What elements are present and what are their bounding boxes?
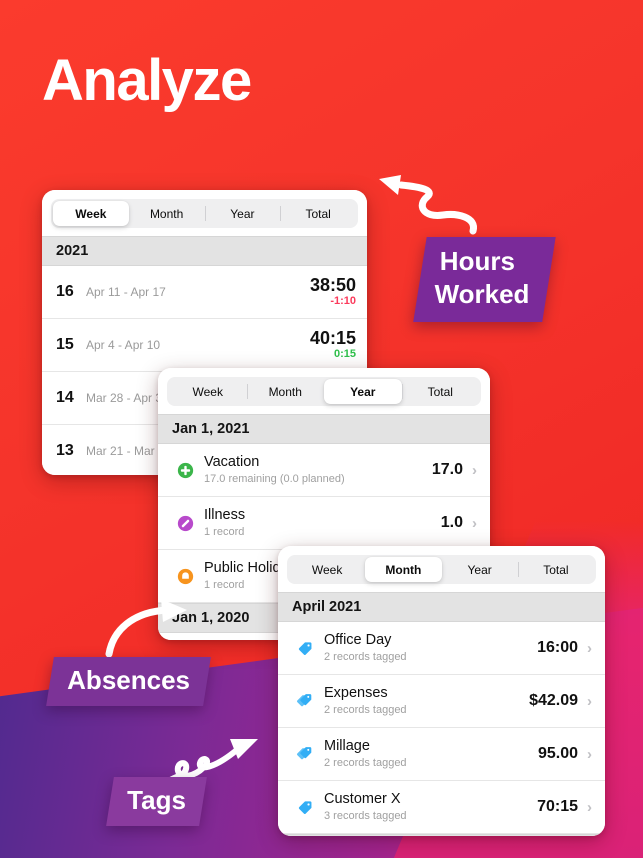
- hours-worked-arrow-icon: [379, 175, 477, 235]
- chevron-right-icon: ›: [587, 745, 592, 763]
- tag-label: Office Day: [324, 632, 392, 649]
- page-title: Analyze: [42, 48, 252, 113]
- absence-label: Illness: [204, 507, 246, 524]
- tags-segmented-control[interactable]: Week Month Year Total: [278, 546, 605, 592]
- chevron-right-icon: ›: [587, 639, 592, 657]
- tag-icon: [292, 794, 318, 820]
- promo-screenshot: Analyze Week Month Year Total 2021 16 Ap…: [0, 0, 643, 858]
- week-values: 40:15 0:15: [309, 327, 356, 362]
- hours-segment-week[interactable]: Week: [53, 201, 129, 226]
- week-delta: -1:10: [330, 294, 356, 307]
- hours-section-header: 2021: [42, 236, 367, 266]
- tags-segment-month[interactable]: Month: [365, 557, 442, 582]
- public-holiday-icon: [172, 563, 198, 589]
- week-total: 38:50: [309, 274, 356, 295]
- list-item-text: Vacation 17.0 remaining (0.0 planned): [204, 454, 432, 486]
- tag-double-icon: [292, 688, 318, 714]
- week-range: Apr 11 - Apr 17: [86, 285, 166, 299]
- badge-hours-line2: Worked: [434, 279, 530, 310]
- badge-absences: Absences: [46, 657, 211, 706]
- week-range: Apr 4 - Apr 10: [86, 338, 161, 352]
- list-item[interactable]: Expenses 2 records tagged $42.09 ›: [278, 675, 605, 728]
- list-item[interactable]: Illness 1 record 1.0 ›: [158, 497, 490, 550]
- tag-sub: 3 records tagged: [324, 809, 407, 822]
- list-item-text: Customer X 3 records tagged: [324, 791, 537, 823]
- absence-label: Vacation: [204, 454, 260, 471]
- chevron-right-icon: ›: [587, 798, 592, 816]
- tag-sub: 2 records tagged: [324, 703, 407, 716]
- vacation-plus-icon: [172, 457, 198, 483]
- tags-segment-year[interactable]: Year: [442, 557, 518, 582]
- badge-hours-line1: Hours: [439, 246, 515, 276]
- badge-tags: Tags: [106, 777, 207, 826]
- tag-icon: [292, 635, 318, 661]
- chevron-right-icon: ›: [472, 461, 477, 479]
- list-item-text: Office Day 2 records tagged: [324, 632, 537, 664]
- tags-card: Week Month Year Total April 2021 Office …: [278, 546, 605, 836]
- absence-amount: 17.0: [431, 461, 463, 478]
- chevron-right-icon: ›: [472, 514, 477, 532]
- tag-sub: 2 records tagged: [324, 650, 407, 663]
- tag-double-icon: [292, 741, 318, 767]
- hours-segment-total[interactable]: Total: [280, 201, 356, 226]
- absences-segment-month[interactable]: Month: [246, 379, 325, 404]
- week-number: 16: [56, 283, 74, 300]
- absences-segment-total[interactable]: Total: [401, 379, 480, 404]
- absence-sub: 1 record: [204, 525, 245, 538]
- absence-amount: 1.0: [440, 514, 463, 531]
- list-item[interactable]: Customer X 3 records tagged 70:15 ›: [278, 781, 605, 834]
- chevron-right-icon: ›: [587, 692, 592, 710]
- absences-segment-year[interactable]: Year: [324, 379, 402, 404]
- tag-amount: 16:00: [537, 639, 578, 656]
- badge-absences-label: Absences: [67, 665, 191, 695]
- tags-section-header-april: April 2021: [278, 592, 605, 622]
- list-item[interactable]: Vacation 17.0 remaining (0.0 planned) 17…: [158, 444, 490, 497]
- tag-amount: $42.09: [529, 692, 578, 709]
- list-item-text: Expenses 2 records tagged: [324, 685, 529, 717]
- badge-tags-label: Tags: [127, 785, 186, 815]
- list-item-text: Millage 2 records tagged: [324, 738, 538, 770]
- absence-sub: 17.0 remaining (0.0 planned): [204, 472, 345, 485]
- badge-hours-worked: Hours Worked: [413, 237, 556, 322]
- hours-segment-month[interactable]: Month: [129, 201, 205, 226]
- tags-segment-week[interactable]: Week: [289, 557, 365, 582]
- absences-segmented-control[interactable]: Week Month Year Total: [158, 368, 490, 414]
- table-row[interactable]: 16 Apr 11 - Apr 17 38:50 -1:10: [42, 266, 367, 319]
- week-values: 38:50 -1:10: [309, 274, 356, 309]
- hours-segment-year[interactable]: Year: [204, 201, 281, 226]
- week-delta: 0:15: [333, 347, 356, 360]
- tag-label: Customer X: [324, 791, 401, 808]
- hours-segmented-control[interactable]: Week Month Year Total: [42, 190, 367, 236]
- illness-slash-icon: [172, 510, 198, 536]
- absences-section-header-2021: Jan 1, 2021: [158, 414, 490, 444]
- absences-segment-week[interactable]: Week: [169, 379, 247, 404]
- list-item-text: Illness 1 record: [204, 507, 441, 539]
- tag-amount: 70:15: [537, 798, 578, 815]
- tag-sub: 2 records tagged: [324, 756, 407, 769]
- week-number: 13: [56, 442, 74, 459]
- table-row[interactable]: 15 Apr 4 - Apr 10 40:15 0:15: [42, 319, 367, 372]
- tag-label: Millage: [324, 738, 370, 755]
- week-total: 40:15: [309, 327, 356, 348]
- tag-amount: 95.00: [537, 745, 578, 762]
- week-number: 15: [56, 336, 74, 353]
- tags-segment-total[interactable]: Total: [517, 557, 594, 582]
- list-item[interactable]: Millage 2 records tagged 95.00 ›: [278, 728, 605, 781]
- week-number: 14: [56, 389, 74, 406]
- tags-section-header-march: March 2021: [278, 834, 605, 836]
- tag-label: Expenses: [324, 685, 388, 702]
- list-item[interactable]: Office Day 2 records tagged 16:00 ›: [278, 622, 605, 675]
